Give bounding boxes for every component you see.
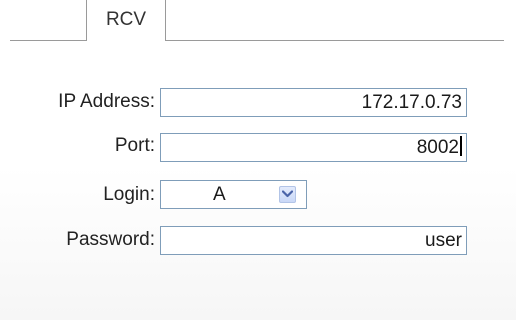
ip-address-value: 172.17.0.73 [361, 92, 462, 113]
ip-address-input[interactable]: 172.17.0.73 [160, 88, 467, 117]
tab-label: RCV [105, 9, 147, 30]
login-selected-value: A [213, 184, 226, 205]
dropdown-button[interactable] [279, 186, 296, 203]
login-label: Login: [103, 184, 155, 205]
settings-page: RCV IP Address: 172.17.0.73 Port: 8002 L… [0, 0, 516, 320]
password-label: Password: [66, 229, 155, 250]
port-value: 8002 [416, 137, 459, 158]
port-label: Port: [114, 135, 155, 156]
ip-address-label: IP Address: [58, 91, 155, 112]
text-caret [460, 136, 462, 156]
password-value: user [425, 230, 462, 251]
login-select[interactable]: A [160, 180, 307, 209]
tab-strip: RCV [0, 0, 516, 42]
port-input[interactable]: 8002 [160, 133, 467, 162]
connection-form: IP Address: 172.17.0.73 Port: 8002 Login… [0, 41, 516, 320]
password-input[interactable]: user [160, 226, 467, 255]
chevron-down-icon [282, 190, 293, 198]
tab-rcv[interactable]: RCV [86, 0, 166, 41]
